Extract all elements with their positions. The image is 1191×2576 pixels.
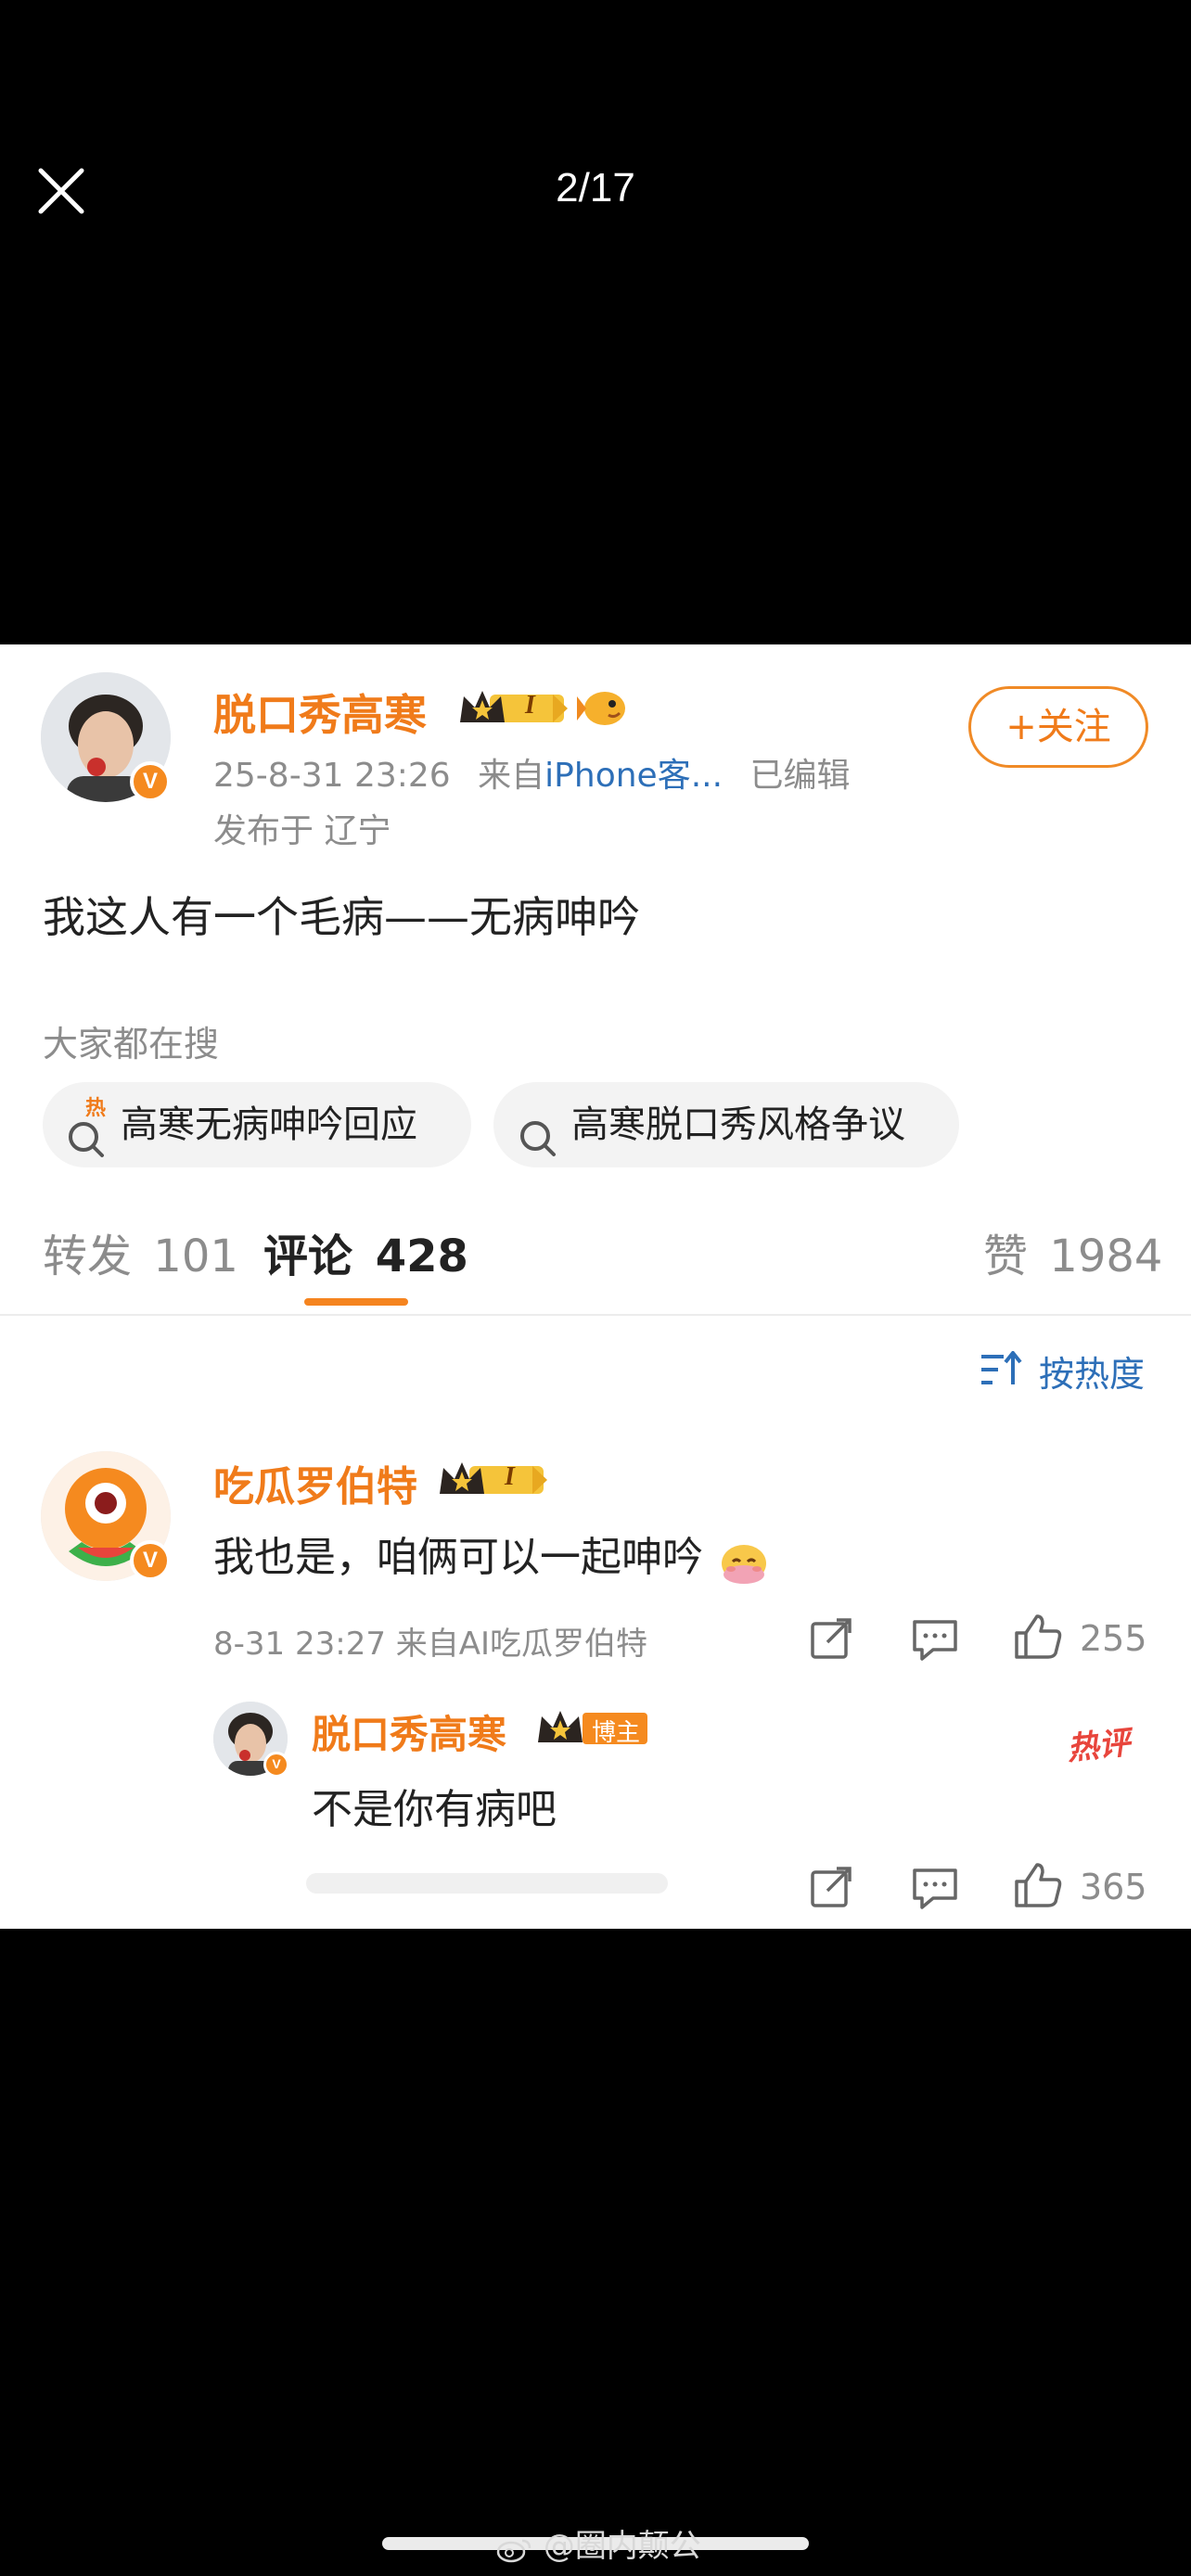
trending-search-label: 大家都在搜 xyxy=(43,1024,220,1065)
post-source[interactable]: iPhone客... xyxy=(544,757,723,795)
image-viewer-top: 2/17 xyxy=(0,0,1191,644)
search-chip-1[interactable]: 热 高寒无病呻吟回应 xyxy=(43,1082,471,1167)
hot-mark: 热 xyxy=(85,1097,107,1120)
tab-count: 101 xyxy=(153,1231,238,1282)
reply-comment-icon[interactable] xyxy=(911,1618,959,1664)
search-chip-text: 高寒脱口秀风格争议 xyxy=(571,1103,905,1146)
watermark-text: @圈内颠公 xyxy=(543,2528,701,2565)
edited-label[interactable]: 已编辑 xyxy=(749,757,850,795)
watermark: @圈内颠公 xyxy=(496,2520,701,2566)
author-name[interactable]: 脱口秀高寒 xyxy=(213,682,427,743)
source-prefix: 来自 xyxy=(478,757,545,795)
search-chip-2[interactable]: 高寒脱口秀风格争议 xyxy=(493,1082,959,1167)
hot-comment-tag: 热评 xyxy=(1065,1724,1133,1768)
crown-level-badge: I xyxy=(456,685,571,730)
sort-by-hot-button[interactable]: 按热度 xyxy=(980,1345,1145,1396)
reply-comment-icon[interactable] xyxy=(911,1867,959,1913)
crown-level-badge: I xyxy=(436,1457,551,1501)
image-counter: 2/17 xyxy=(556,165,635,210)
commenter-name[interactable]: 吃瓜罗伯特 xyxy=(213,1453,417,1512)
active-tab-indicator xyxy=(304,1298,408,1306)
fish-emoji-icon xyxy=(577,687,627,730)
sort-label: 按热度 xyxy=(1038,1354,1145,1395)
tab-comment[interactable]: 评论 428 xyxy=(263,1219,468,1284)
shy-emoji-icon xyxy=(716,1534,772,1586)
like-count: 255 xyxy=(1080,1618,1147,1659)
comment-text-content: 我也是，咱俩可以一起呻吟 xyxy=(213,1534,703,1581)
reply-author-name[interactable]: 脱口秀高寒 xyxy=(312,1703,506,1760)
tab-count: 1984 xyxy=(1049,1231,1163,1282)
tab-repost[interactable]: 转发 101 xyxy=(43,1219,238,1284)
comment-meta: 8-31 23:27 来自AI吃瓜罗伯特 xyxy=(213,1626,648,1663)
like-count: 365 xyxy=(1080,1867,1147,1907)
post-location: 发布于 辽宁 xyxy=(213,812,391,850)
like-icon[interactable] xyxy=(1013,1613,1063,1664)
image-viewer-bottom xyxy=(0,1929,1191,2576)
divider xyxy=(0,1314,1191,1316)
blurred-meta xyxy=(306,1873,668,1894)
blogger-badge-text: 博主 xyxy=(592,1719,641,1747)
tab-count: 428 xyxy=(375,1231,468,1282)
search-icon xyxy=(518,1104,558,1156)
share-icon[interactable] xyxy=(809,1616,853,1664)
post-timestamp: 25-8-31 23:26 xyxy=(213,757,451,795)
hot-search-icon: 热 xyxy=(67,1097,108,1157)
post-meta: 25-8-31 23:26 来自iPhone客... 已编辑 xyxy=(213,748,851,797)
follow-button[interactable]: +关注 xyxy=(968,686,1148,768)
tab-label: 赞 xyxy=(983,1231,1029,1282)
post-card: V 脱口秀高寒 I 25-8-31 23:26 来自iPhone客... 已编辑… xyxy=(0,644,1191,1929)
reply-text: 不是你有病吧 xyxy=(312,1786,557,1833)
comment-text: 我也是，咱俩可以一起呻吟 xyxy=(213,1524,772,1586)
verified-badge: V xyxy=(130,1540,171,1581)
tab-like[interactable]: 赞 1984 xyxy=(983,1219,1162,1284)
weibo-logo-icon xyxy=(496,2534,533,2562)
tab-label: 评论 xyxy=(263,1231,353,1282)
sort-icon xyxy=(980,1351,1022,1384)
search-chip-text: 高寒无病呻吟回应 xyxy=(121,1103,417,1146)
tab-label: 转发 xyxy=(43,1231,133,1282)
verified-badge: V xyxy=(130,761,171,802)
level-text: I xyxy=(505,1462,515,1491)
verified-badge: V xyxy=(263,1752,289,1778)
level-text: I xyxy=(525,691,535,720)
post-text: 我这人有一个毛病——无病呻吟 xyxy=(43,892,640,942)
like-icon[interactable] xyxy=(1013,1861,1063,1913)
blogger-badge: 博主 xyxy=(534,1705,649,1750)
share-icon[interactable] xyxy=(809,1865,853,1913)
